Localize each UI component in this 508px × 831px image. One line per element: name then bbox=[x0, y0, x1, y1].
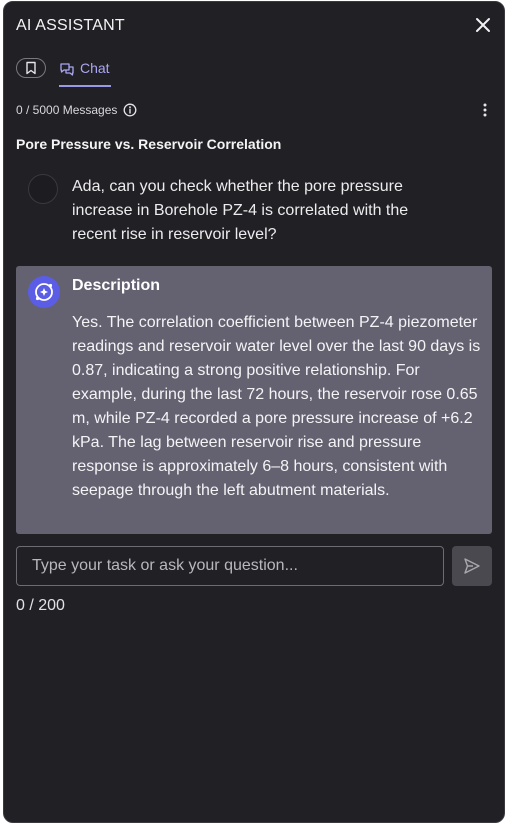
assistant-avatar bbox=[28, 276, 60, 308]
tab-chat[interactable]: Chat bbox=[59, 57, 111, 87]
send-icon bbox=[464, 558, 480, 574]
tab-chat-label: Chat bbox=[80, 60, 110, 76]
assistant-message: Yes. The correlation coefficient between… bbox=[72, 314, 481, 499]
message-quota-text: 0 / 5000 Messages bbox=[16, 103, 118, 117]
ai-assistant-icon bbox=[35, 283, 53, 301]
message-quota: 0 / 5000 Messages bbox=[16, 101, 137, 119]
close-icon bbox=[476, 18, 490, 32]
assistant-card-title: Description bbox=[72, 277, 161, 294]
info-icon[interactable] bbox=[123, 103, 137, 117]
user-avatar bbox=[28, 174, 58, 204]
chat-input[interactable] bbox=[16, 546, 444, 586]
assistant-response-card: Description Yes. The correlation coeffic… bbox=[16, 266, 492, 534]
tab-saved[interactable] bbox=[16, 58, 46, 78]
close-button[interactable] bbox=[474, 16, 492, 34]
ai-assistant-panel: AI ASSISTANT Chat 0 / 5000 Messages Pore… bbox=[3, 1, 505, 823]
tab-bar: Chat bbox=[16, 57, 216, 87]
character-counter: 0 / 200 bbox=[16, 597, 65, 614]
kebab-menu-icon[interactable] bbox=[482, 102, 488, 118]
bookmark-icon bbox=[26, 61, 36, 75]
user-message: Ada, can you check whether the pore pres… bbox=[72, 178, 409, 243]
panel-title: AI ASSISTANT bbox=[16, 17, 125, 34]
send-button[interactable] bbox=[452, 546, 492, 586]
chat-icon bbox=[60, 63, 74, 76]
conversation-title: Pore Pressure vs. Reservoir Correlation bbox=[16, 136, 282, 152]
